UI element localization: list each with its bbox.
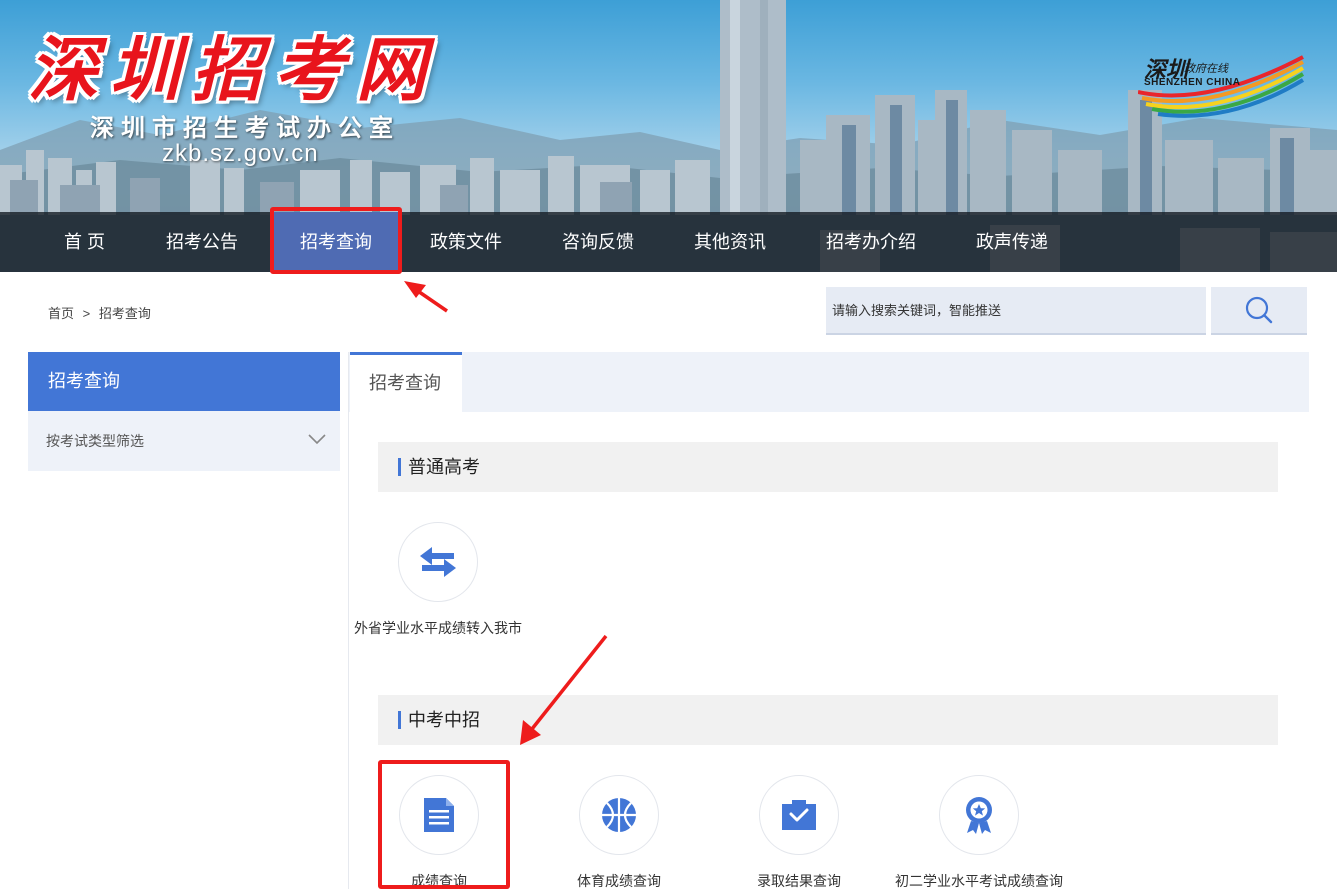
section-title-gaokao: 普通高考: [378, 442, 1278, 492]
query-icon-circle: [939, 775, 1019, 855]
document-icon: [424, 798, 454, 832]
nav-item-home[interactable]: 首 页: [64, 212, 105, 272]
query-label: 录取结果查询: [757, 873, 841, 889]
site-subtitle: 深圳市招生考试办公室: [90, 113, 400, 142]
nav-item-query[interactable]: 招考查询: [272, 212, 400, 272]
query-icon-circle: [759, 775, 839, 855]
nav-item-announcements[interactable]: 招考公告: [166, 212, 238, 272]
site-title: 深圳招考网: [28, 28, 438, 111]
nav-item-feedback[interactable]: 咨询反馈: [562, 212, 634, 272]
search-input[interactable]: [826, 287, 1206, 335]
breadcrumb-separator: >: [82, 306, 91, 321]
query-item-transfer-scores[interactable]: 外省学业水平成绩转入我市: [348, 522, 528, 638]
query-icon-circle: [398, 522, 478, 602]
breadcrumb-home[interactable]: 首页: [48, 306, 74, 321]
tab-query[interactable]: 招考查询: [350, 352, 462, 412]
shenzhen-gov-logo[interactable]: 深圳 政府在线 SHENZHEN CHINA: [1138, 52, 1308, 124]
nav-item-policies[interactable]: 政策文件: [430, 212, 502, 272]
logo-name-en: SHENZHEN CHINA: [1144, 77, 1241, 88]
exam-type-filter-dropdown[interactable]: 按考试类型筛选: [28, 411, 340, 471]
tab-strip: [349, 352, 1309, 412]
site-domain: zkb.sz.gov.cn: [162, 140, 319, 167]
header-banner: 深圳招考网 深圳市招生考试办公室 zkb.sz.gov.cn 深圳 政府在线 S…: [0, 0, 1337, 272]
nav-item-office-intro[interactable]: 招考办介绍: [826, 212, 916, 272]
query-icon-circle: [579, 775, 659, 855]
breadcrumb-current[interactable]: 招考查询: [99, 306, 151, 321]
medal-star-icon: [966, 797, 992, 834]
inbox-check-icon: [782, 800, 816, 830]
query-icon-circle: [399, 775, 479, 855]
query-item-admission[interactable]: 录取结果查询: [709, 775, 889, 889]
sidebar-title: 招考查询: [28, 352, 340, 411]
filter-label: 按考试类型筛选: [46, 433, 144, 449]
section-title-zhongkao: 中考中招: [378, 695, 1278, 745]
query-label: 成绩查询: [411, 873, 467, 889]
nav-item-voice[interactable]: 政声传递: [976, 212, 1048, 272]
chevron-down-icon: [308, 434, 326, 445]
search-icon: [1245, 296, 1273, 324]
main-nav: 首 页 招考公告 招考查询 政策文件 咨询反馈 其他资讯 招考办介绍 政声传递: [0, 212, 1337, 272]
query-item-grade8-score[interactable]: 初二学业水平考试成绩查询: [889, 775, 1069, 889]
nav-item-other-news[interactable]: 其他资讯: [694, 212, 766, 272]
annotation-arrow-nav: [404, 281, 448, 313]
query-label: 初二学业水平考试成绩查询: [895, 873, 1063, 889]
query-item-score[interactable]: 成绩查询: [349, 775, 529, 889]
query-label: 体育成绩查询: [577, 873, 661, 889]
basketball-icon: [602, 798, 636, 832]
search-button[interactable]: [1211, 287, 1307, 335]
query-label: 外省学业水平成绩转入我市: [354, 620, 522, 636]
breadcrumb: 首页 > 招考查询: [48, 303, 156, 322]
query-item-pe-score[interactable]: 体育成绩查询: [529, 775, 709, 889]
logo-tagline: 政府在线: [1184, 62, 1228, 75]
transfer-arrows-icon: [420, 547, 456, 577]
